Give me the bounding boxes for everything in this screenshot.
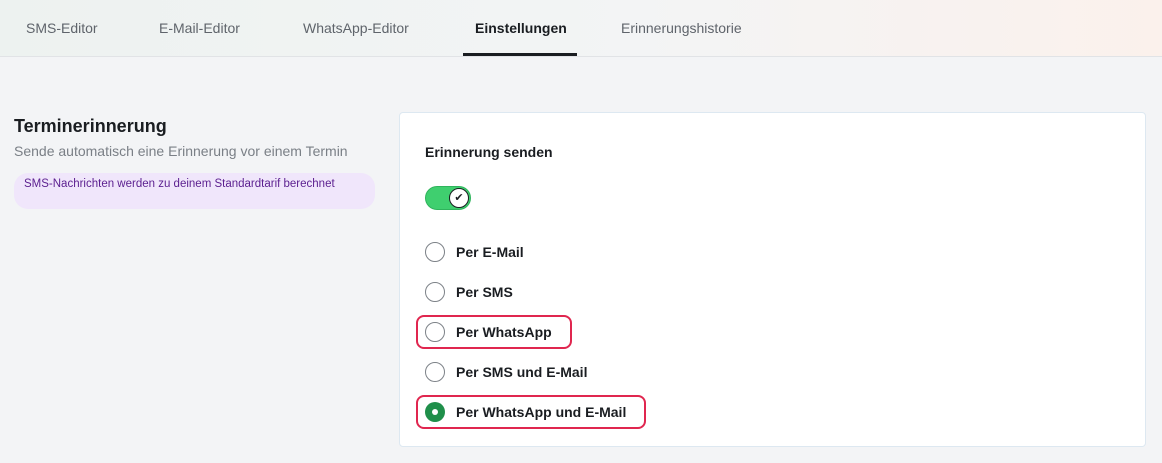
info-badge-text: SMS-Nachrichten werden zu deinem Standar… bbox=[24, 178, 335, 190]
tab-sms-editor[interactable]: SMS-Editor bbox=[26, 0, 98, 56]
check-icon: ✔ bbox=[449, 188, 469, 208]
tab-email-editor[interactable]: E-Mail-Editor bbox=[159, 0, 240, 56]
radio-label: Per SMS bbox=[456, 284, 513, 300]
radio-option-whatsapp[interactable]: Per WhatsApp bbox=[425, 320, 552, 344]
tab-erinnerungshistorie[interactable]: Erinnerungshistorie bbox=[621, 0, 742, 56]
radio-option-sms-email[interactable]: Per SMS und E-Mail bbox=[425, 360, 587, 384]
radio-button[interactable] bbox=[425, 282, 445, 302]
radio-option-sms[interactable]: Per SMS bbox=[425, 280, 513, 304]
section-title: Terminerinnerung bbox=[14, 116, 167, 136]
radio-label: Per WhatsApp und E-Mail bbox=[456, 404, 627, 420]
radio-label: Per E-Mail bbox=[456, 244, 524, 260]
radio-option-email[interactable]: Per E-Mail bbox=[425, 240, 524, 264]
section-description: Sende automatisch eine Erinnerung vor ei… bbox=[14, 143, 348, 159]
info-badge: SMS-Nachrichten werden zu deinem Standar… bbox=[14, 173, 375, 209]
send-reminder-toggle[interactable]: ✔ bbox=[425, 186, 471, 210]
radio-option-whatsapp-email[interactable]: Per WhatsApp und E-Mail bbox=[425, 400, 626, 424]
tab-einstellungen[interactable]: Einstellungen bbox=[475, 0, 567, 56]
radio-button[interactable] bbox=[425, 322, 445, 342]
tab-whatsapp-editor[interactable]: WhatsApp-Editor bbox=[303, 0, 409, 56]
radio-button-selected[interactable] bbox=[425, 402, 445, 422]
active-tab-indicator bbox=[463, 53, 577, 56]
tab-bar: SMS-Editor E-Mail-Editor WhatsApp-Editor… bbox=[0, 0, 1162, 57]
radio-label: Per SMS und E-Mail bbox=[456, 364, 588, 380]
reminder-settings-card: Erinnerung senden ✔ Per E-Mail Per SMS P… bbox=[399, 112, 1146, 447]
radio-selected-dot bbox=[432, 409, 438, 415]
radio-button[interactable] bbox=[425, 242, 445, 262]
radio-button[interactable] bbox=[425, 362, 445, 382]
send-reminder-label: Erinnerung senden bbox=[425, 144, 553, 160]
radio-label: Per WhatsApp bbox=[456, 324, 552, 340]
